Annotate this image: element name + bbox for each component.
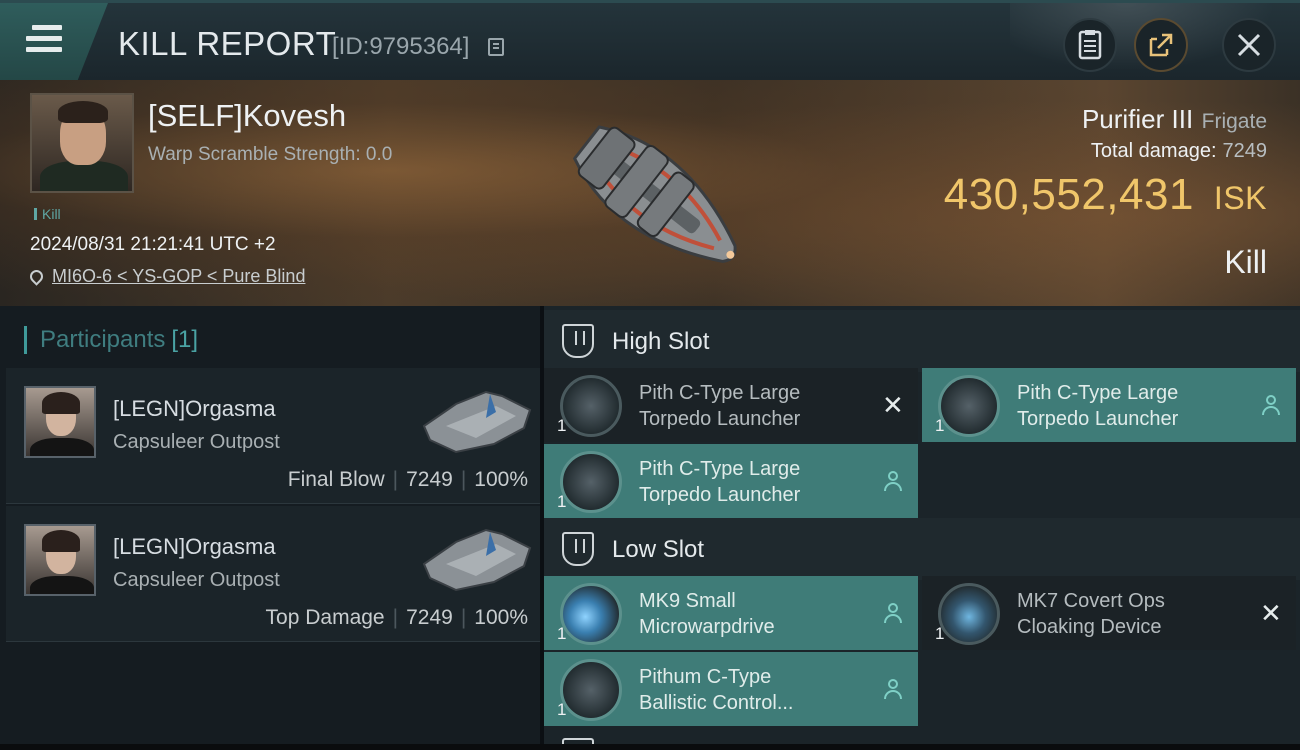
close-icon	[1237, 33, 1261, 57]
dropped-icon	[882, 470, 904, 492]
dropped-icon	[1260, 394, 1282, 416]
high-slot-icon	[562, 324, 594, 358]
module-quantity: 1	[557, 624, 567, 643]
dropped-icon	[882, 602, 904, 624]
share-button[interactable]	[1134, 18, 1188, 72]
bottom-bar	[0, 744, 1300, 750]
torpedo-launcher-icon	[560, 451, 622, 513]
participant-ship: Capsuleer Outpost	[113, 431, 280, 453]
module-item[interactable]: 1 Pith C-Type Large Torpedo Launcher ✕	[544, 368, 918, 442]
destroyed-icon: ✕	[1260, 598, 1282, 628]
module-quantity: 1	[557, 700, 567, 719]
dropped-icon	[882, 678, 904, 700]
participant-ship-image	[422, 390, 532, 454]
victim-portrait[interactable]	[30, 93, 134, 193]
isk-amount: 430,552,431	[943, 170, 1194, 219]
module-name: Pith C-Type Large Torpedo Launcher	[639, 382, 801, 430]
participants-header[interactable]: Participants [1]	[23, 326, 199, 354]
participant-stats: Final Blow | 7249 | 100%	[287, 468, 528, 491]
microwarpdrive-icon	[560, 583, 622, 645]
participants-title: Participants	[40, 326, 166, 353]
participant-ship-image	[422, 528, 532, 592]
participants-panel: Participants [1] [LEGN]Orgasma Capsuleer …	[0, 306, 540, 750]
module-name: Pith C-Type Large Torpedo Launcher	[1017, 382, 1179, 430]
victim-ship-image[interactable]	[530, 92, 770, 292]
participants-count: [1]	[171, 326, 199, 353]
module-item[interactable]: 1 MK9 Small Microwarpdrive	[544, 576, 918, 650]
module-item[interactable]: 1 Pithum C-Type Ballistic Control...	[544, 652, 918, 726]
participant-percent: 100%	[474, 468, 528, 491]
participant-name: [LEGN]Orgasma	[113, 396, 276, 421]
module-name: MK9 Small Microwarpdrive	[639, 590, 775, 638]
close-button[interactable]	[1222, 18, 1276, 72]
result-label: Kill	[1224, 244, 1267, 280]
module-name: Pithum C-Type Ballistic Control...	[639, 666, 794, 714]
victim-ship-line: Purifier III Frigate	[1082, 104, 1267, 135]
kill-tag: Kill	[34, 206, 61, 222]
total-damage-label: Total damage:	[1090, 140, 1217, 162]
module-quantity: 1	[935, 416, 945, 435]
location-pin-icon	[27, 267, 46, 286]
low-slot-icon	[562, 532, 594, 566]
page-title: KILL REPORT	[118, 25, 337, 62]
cloaking-device-icon	[938, 583, 1000, 645]
module-quantity: 1	[557, 416, 567, 435]
high-slot-title: High Slot	[612, 328, 710, 355]
isk-value: 430,552,431 ISK	[944, 170, 1267, 220]
location-text: MI6O-6 < YS-GOP < Pure Blind	[52, 266, 306, 286]
participant-damage: 7249	[406, 468, 453, 491]
module-item[interactable]: 1 Pith C-Type Large Torpedo Launcher	[544, 444, 918, 518]
torpedo-launcher-icon	[938, 375, 1000, 437]
kill-location-link[interactable]: MI6O-6 < YS-GOP < Pure Blind	[27, 266, 306, 287]
victim-ship-class: Frigate	[1201, 110, 1267, 133]
participant-avatar[interactable]	[24, 386, 96, 458]
warp-scramble-strength: Warp Scramble Strength: 0.0	[148, 144, 393, 165]
participant-row[interactable]: [LEGN]Orgasma Capsuleer Outpost Top Dama…	[6, 506, 540, 642]
participant-role: Top Damage	[265, 606, 385, 629]
share-icon	[1149, 33, 1173, 57]
report-id: [ID:9795364]	[332, 33, 470, 60]
module-item[interactable]: 1 Pith C-Type Large Torpedo Launcher	[922, 368, 1296, 442]
total-damage-value: 7249	[1222, 140, 1268, 162]
module-quantity: 1	[557, 492, 567, 511]
header-bar: KILL REPORT [ID:9795364]	[0, 0, 1300, 83]
participant-name: [LEGN]Orgasma	[113, 534, 276, 559]
low-slot-title: Low Slot	[612, 536, 705, 563]
notes-icon	[1078, 30, 1102, 60]
participant-damage: 7249	[406, 606, 453, 629]
victim-ship-name[interactable]: Purifier III	[1082, 104, 1193, 134]
isk-unit: ISK	[1213, 180, 1267, 216]
participant-percent: 100%	[474, 606, 528, 629]
participant-avatar[interactable]	[24, 524, 96, 596]
fitting-panel: High Slot 1 Pith C-Type Large Torpedo Lau…	[544, 306, 1300, 750]
participant-role: Final Blow	[287, 468, 385, 491]
module-item[interactable]: 1 MK7 Covert Ops Cloaking Device ✕	[922, 576, 1296, 650]
victim-banner: [SELF]Kovesh Warp Scramble Strength: 0.0…	[0, 80, 1300, 306]
torpedo-launcher-icon	[560, 375, 622, 437]
high-slot-header: High Slot	[544, 310, 1300, 372]
ballistic-control-icon	[560, 659, 622, 721]
kill-datetime: 2024/08/31 21:21:41 UTC +2	[30, 234, 276, 255]
low-slot-header: Low Slot	[544, 518, 1300, 580]
module-name: MK7 Covert Ops Cloaking Device	[1017, 590, 1165, 638]
module-quantity: 1	[935, 624, 945, 643]
total-damage: Total damage: 7249	[1091, 140, 1267, 163]
menu-icon	[26, 25, 62, 55]
destroyed-icon: ✕	[882, 390, 904, 420]
victim-name[interactable]: [SELF]Kovesh	[148, 98, 346, 134]
participant-ship: Capsuleer Outpost	[113, 569, 280, 591]
participant-stats: Top Damage | 7249 | 100%	[265, 606, 528, 629]
copy-id-icon[interactable]	[488, 38, 504, 56]
menu-button[interactable]	[0, 3, 108, 80]
module-name: Pith C-Type Large Torpedo Launcher	[639, 458, 801, 506]
participant-row[interactable]: [LEGN]Orgasma Capsuleer Outpost Final Bl…	[6, 368, 540, 504]
notes-button[interactable]	[1063, 18, 1117, 72]
